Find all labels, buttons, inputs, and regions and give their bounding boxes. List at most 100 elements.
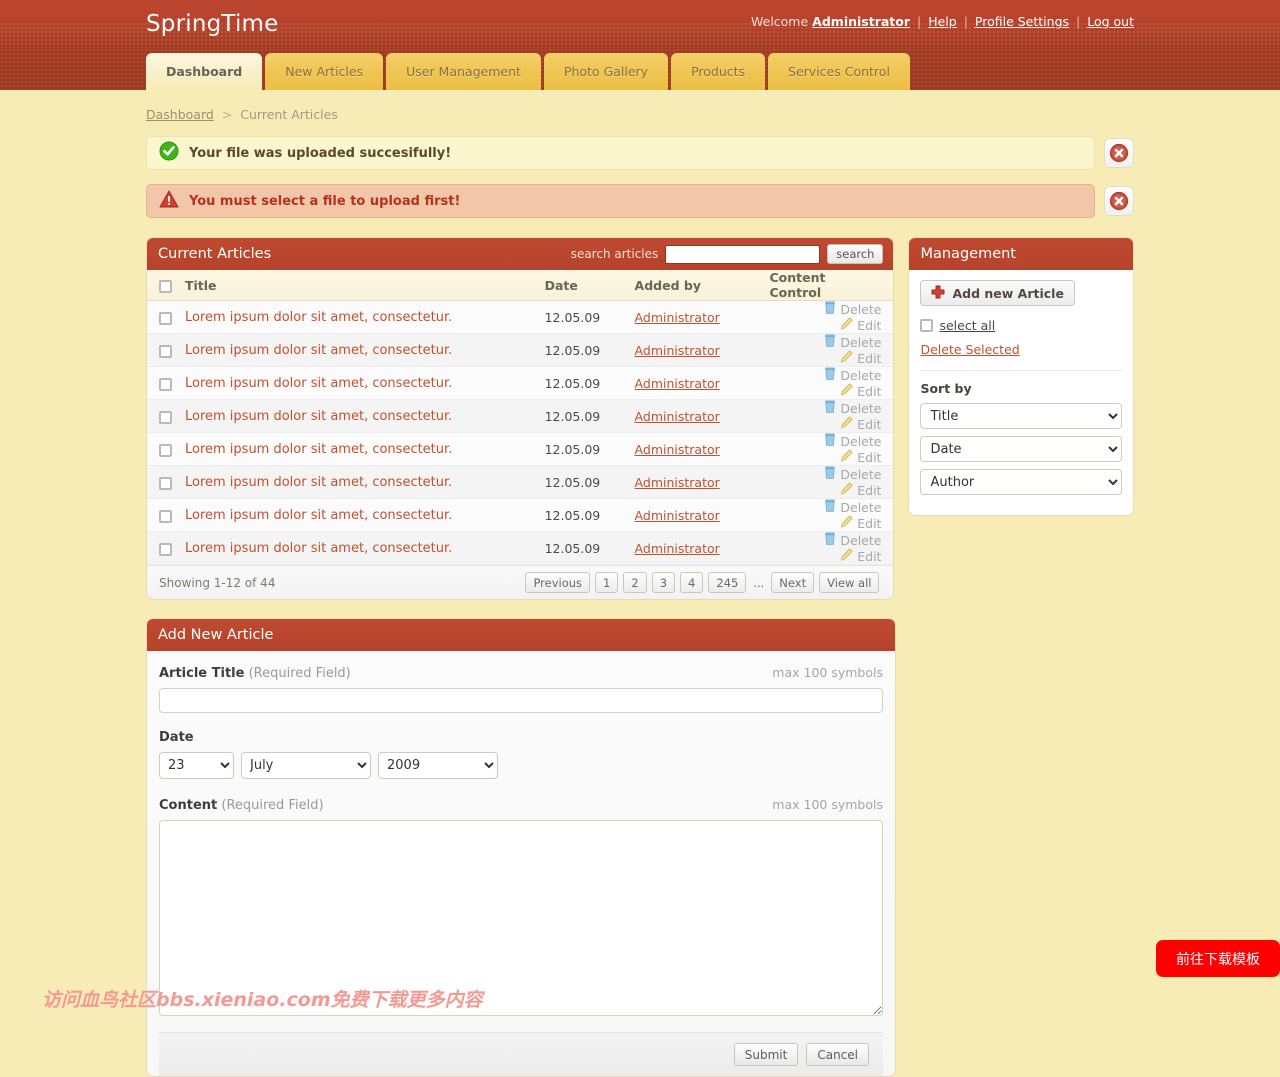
tab-services-control[interactable]: Services Control	[768, 53, 910, 90]
row-added-by-link[interactable]: Administrator	[635, 541, 720, 556]
tab-dashboard[interactable]: Dashboard	[146, 53, 263, 90]
pencil-icon	[840, 383, 853, 399]
row-title-link[interactable]: Lorem ipsum dolor sit amet, consectetur.	[185, 508, 452, 523]
breadcrumb-dashboard[interactable]: Dashboard	[146, 107, 214, 122]
article-title-input[interactable]	[159, 688, 883, 713]
column-header-content-control: Content Control	[763, 270, 894, 301]
row-added-by-link[interactable]: Administrator	[635, 475, 720, 490]
row-delete-action[interactable]: Delete	[824, 499, 881, 515]
row-added-by-link[interactable]: Administrator	[635, 442, 720, 457]
row-added-by-link[interactable]: Administrator	[635, 508, 720, 523]
row-delete-action[interactable]: Delete	[824, 433, 881, 449]
row-added-by-link[interactable]: Administrator	[635, 343, 720, 358]
table-row: Lorem ipsum dolor sit amet, consectetur.…	[147, 531, 894, 565]
row-title-link[interactable]: Lorem ipsum dolor sit amet, consectetur.	[185, 541, 452, 556]
row-edit-action[interactable]: Edit	[840, 449, 881, 465]
row-checkbox[interactable]	[158, 311, 172, 325]
row-checkbox[interactable]	[158, 476, 172, 490]
pagination-button[interactable]: Next	[771, 572, 815, 593]
date-month-select[interactable]: July	[241, 752, 371, 779]
row-checkbox[interactable]	[158, 509, 172, 523]
article-title-label-row: Article Title (Required Field) max 100 s…	[159, 665, 883, 681]
download-template-button[interactable]: 前往下载模板	[1156, 940, 1280, 977]
add-new-article-button[interactable]: Add new Article	[920, 280, 1075, 306]
row-delete-action[interactable]: Delete	[824, 532, 881, 548]
date-day-select[interactable]: 23	[159, 752, 234, 779]
select-all-checkbox-side[interactable]	[920, 319, 934, 332]
search-input[interactable]	[665, 244, 821, 264]
main-column: Current Articles search articles search	[146, 237, 895, 600]
sort-select-date[interactable]: Date	[920, 436, 1122, 462]
row-delete-action[interactable]: Delete	[824, 466, 881, 482]
tab-photo-gallery[interactable]: Photo Gallery	[543, 53, 669, 90]
row-edit-action[interactable]: Edit	[840, 317, 881, 333]
row-title-link[interactable]: Lorem ipsum dolor sit amet, consectetur.	[185, 343, 452, 358]
row-edit-action[interactable]: Edit	[840, 515, 881, 531]
select-all-link[interactable]: select all	[939, 318, 995, 333]
sort-select-author[interactable]: Author	[920, 469, 1122, 495]
tab-user-management[interactable]: User Management	[386, 53, 541, 90]
row-checkbox[interactable]	[158, 377, 172, 391]
articles-table-body: Lorem ipsum dolor sit amet, consectetur.…	[147, 300, 894, 565]
row-added-by-link[interactable]: Administrator	[635, 376, 720, 391]
management-body: Add new Article select all Delete Select…	[909, 270, 1133, 515]
row-checkbox[interactable]	[158, 344, 172, 358]
row-edit-action[interactable]: Edit	[840, 548, 881, 564]
select-all-checkbox[interactable]	[158, 279, 172, 293]
row-delete-action[interactable]: Delete	[824, 334, 881, 350]
row-title-link[interactable]: Lorem ipsum dolor sit amet, consectetur.	[185, 310, 452, 325]
pagination-button[interactable]: 245	[708, 572, 747, 593]
article-title-label: Article Title (Required Field)	[159, 666, 351, 681]
row-date-cell: 12.05.09	[538, 399, 629, 433]
pencil-icon	[840, 317, 853, 333]
close-icon	[1109, 191, 1129, 211]
row-added-by-cell: Administrator	[628, 432, 764, 466]
row-title-link[interactable]: Lorem ipsum dolor sit amet, consectetur.	[185, 475, 452, 490]
pagination-button[interactable]: Previous	[525, 572, 591, 593]
row-select-cell	[147, 300, 179, 334]
row-content-control-cell: Delete Edit	[763, 300, 894, 334]
form-submit-button[interactable]: Submit	[733, 1043, 799, 1066]
management-title: Management	[920, 246, 1016, 262]
profile-settings-link[interactable]: Profile Settings	[975, 14, 1069, 29]
row-edit-action[interactable]: Edit	[840, 383, 881, 399]
date-year-select[interactable]: 2009	[378, 752, 498, 779]
row-added-by-link[interactable]: Administrator	[635, 409, 720, 424]
row-checkbox[interactable]	[158, 443, 172, 457]
row-checkbox[interactable]	[158, 542, 172, 556]
help-link[interactable]: Help	[928, 14, 957, 29]
search-button[interactable]: search	[827, 244, 884, 264]
row-added-by-cell: Administrator	[628, 399, 764, 433]
row-delete-action[interactable]: Delete	[824, 400, 881, 416]
row-edit-action[interactable]: Edit	[840, 416, 881, 432]
row-edit-action[interactable]: Edit	[840, 482, 881, 498]
management-header: Management	[909, 238, 1133, 270]
pagination-button[interactable]: 2	[623, 572, 647, 593]
pagination-button[interactable]: 3	[651, 572, 676, 593]
sort-select-title[interactable]: Title	[920, 403, 1122, 429]
row-title-link[interactable]: Lorem ipsum dolor sit amet, consectetur.	[185, 376, 452, 391]
log-out-link[interactable]: Log out	[1087, 14, 1134, 29]
alert-success-close-button[interactable]	[1104, 138, 1134, 168]
row-added-by-link[interactable]: Administrator	[635, 310, 720, 325]
form-cancel-button[interactable]: Cancel	[806, 1043, 869, 1066]
pagination-button[interactable]: View all	[819, 572, 880, 593]
userbar-separator-2: |	[963, 14, 968, 29]
delete-selected-link[interactable]: Delete Selected	[920, 342, 1122, 357]
row-checkbox[interactable]	[158, 410, 172, 424]
current-user-link[interactable]: Administrator	[812, 14, 910, 29]
date-label: Date	[159, 730, 194, 745]
articles-table: Title Date Added by Content Control Lore…	[147, 270, 894, 565]
row-title-link[interactable]: Lorem ipsum dolor sit amet, consectetur.	[185, 442, 452, 457]
row-delete-action[interactable]: Delete	[824, 301, 881, 317]
tab-products[interactable]: Products	[671, 53, 766, 90]
pagination-button[interactable]: 1	[595, 572, 619, 593]
pagination-button[interactable]: 4	[680, 572, 704, 593]
tab-new-articles[interactable]: New Articles	[265, 53, 384, 90]
row-edit-action[interactable]: Edit	[840, 350, 881, 366]
row-date-cell: 12.05.09	[538, 498, 629, 532]
content-textarea[interactable]	[159, 820, 883, 1016]
alert-error-close-button[interactable]	[1104, 186, 1134, 216]
row-title-link[interactable]: Lorem ipsum dolor sit amet, consectetur.	[185, 409, 452, 424]
row-delete-action[interactable]: Delete	[824, 367, 881, 383]
